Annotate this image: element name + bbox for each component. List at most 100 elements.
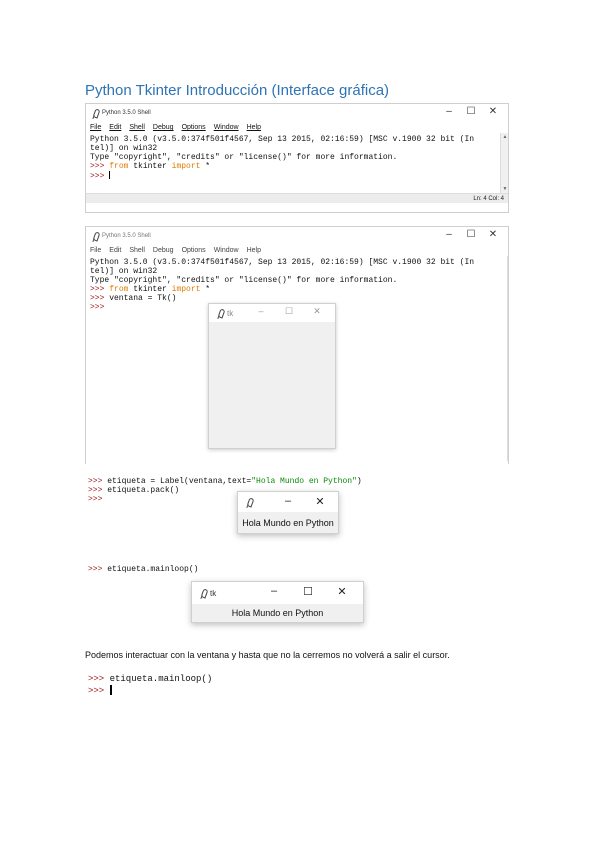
shell-titlebar: Python 3.5.0 Shell – ☐ ✕ [86, 104, 508, 122]
hello-label: Hola Mundo en Python [242, 518, 334, 528]
code-mainloop: etiqueta.mainloop() [104, 674, 213, 684]
menu-bar: File Edit Shell Debug Options Window Hel… [86, 245, 508, 256]
prompt: >>> [90, 303, 105, 312]
tk-titlebar: tk – ☐ ✕ [192, 582, 363, 604]
banner-line-1: Python 3.5.0 (v3.5.0:374f501f4567, Sep 1… [90, 135, 475, 144]
window-controls: – ☐ ✕ [247, 306, 331, 317]
maximize-button[interactable]: ☐ [460, 106, 482, 117]
menu-options[interactable]: Options [182, 247, 206, 254]
import-star: * [200, 285, 211, 294]
scroll-up-arrow-icon[interactable]: ▲ [501, 133, 509, 141]
menu-debug[interactable]: Debug [153, 247, 174, 254]
keyword-from: from [109, 162, 129, 171]
hello-label: Hola Mundo en Python [231, 608, 324, 618]
menu-shell[interactable]: Shell [129, 124, 145, 131]
vertical-scrollbar[interactable]: ▲ ▼ [500, 133, 508, 193]
close-button[interactable]: ✕ [303, 306, 331, 317]
code-line-mainloop: >>> etiqueta.mainloop() [88, 674, 212, 685]
menu-window[interactable]: Window [214, 247, 239, 254]
python-feather-icon [217, 309, 223, 318]
minimize-button[interactable]: – [438, 229, 460, 240]
window-controls: – ✕ [272, 495, 336, 508]
close-button[interactable]: ✕ [482, 106, 504, 117]
tk-empty-window: tk – ☐ ✕ [208, 303, 336, 449]
import-star: * [200, 162, 211, 171]
banner-line-3: Type "copyright", "credits" or "license(… [90, 276, 398, 285]
minimize-button[interactable]: – [257, 585, 291, 598]
menu-shell[interactable]: Shell [129, 247, 145, 254]
prompt: >>> [88, 486, 103, 495]
tk-titlebar: – ✕ [238, 492, 338, 512]
menu-debug[interactable]: Debug [153, 124, 174, 131]
module-name: tkinter [128, 162, 172, 171]
close-button[interactable]: ✕ [325, 585, 359, 598]
idle-shell-window: Python 3.5.0 Shell – ☐ ✕ File Edit Shell… [85, 103, 509, 213]
python-feather-icon [246, 498, 252, 507]
code-line-tk: >>> ventana = Tk() [90, 294, 503, 303]
text-cursor [109, 685, 112, 695]
scroll-down-arrow-icon[interactable]: ▼ [501, 185, 509, 193]
tk-title: tk [227, 308, 234, 318]
body-paragraph: Podemos interactuar con la ventana y has… [85, 650, 450, 660]
shell-text-area[interactable]: Python 3.5.0 (v3.5.0:374f501f4567, Sep 1… [86, 133, 508, 193]
maximize-button[interactable]: ☐ [291, 585, 325, 598]
prompt: >>> [90, 294, 105, 303]
keyword-from: from [109, 285, 129, 294]
tk-wide-window: tk – ☐ ✕ Hola Mundo en Python [191, 581, 364, 623]
prompt: >>> [88, 674, 105, 684]
menu-window[interactable]: Window [214, 124, 239, 131]
tk-label-window: – ✕ Hola Mundo en Python [237, 491, 339, 534]
prompt: >>> [90, 285, 105, 294]
prompt: >>> [88, 477, 103, 486]
minimize-button[interactable]: – [272, 495, 304, 508]
text-cursor [109, 171, 111, 179]
minimize-button[interactable]: – [247, 306, 275, 317]
menu-help[interactable]: Help [247, 124, 261, 131]
document-title: Python Tkinter Introducción (Interface g… [85, 82, 390, 99]
menu-file[interactable]: File [90, 247, 101, 254]
prompt: >>> [90, 172, 105, 181]
window-controls: – ☐ ✕ [438, 229, 504, 240]
menu-bar: File Edit Shell Debug Options Window Hel… [86, 122, 508, 133]
menu-edit[interactable]: Edit [109, 247, 121, 254]
shell-titlebar: Python 3.5.0 Shell – ☐ ✕ [86, 227, 508, 245]
menu-edit[interactable]: Edit [109, 124, 121, 131]
code-string: "Hola Mundo en Python" [251, 477, 357, 486]
menu-file[interactable]: File [90, 124, 101, 131]
banner-line-3: Type "copyright", "credits" or "license(… [90, 153, 398, 162]
code-pack: etiqueta.pack() [102, 486, 180, 495]
banner-line-2: tel)] on win32 [90, 267, 158, 276]
shell-title: Python 3.5.0 Shell [102, 233, 151, 239]
keyword-import: import [171, 285, 201, 294]
window-controls: – ☐ ✕ [438, 106, 504, 117]
code-ventana: ventana = Tk() [104, 294, 177, 303]
banner-line-1: Python 3.5.0 (v3.5.0:374f501f4567, Sep 1… [90, 258, 475, 267]
prompt: >>> [88, 495, 103, 504]
code-line-prompt: >>> [88, 685, 212, 697]
window-controls: – ☐ ✕ [257, 585, 359, 598]
code-line-import: >>> from tkinter import * [90, 285, 503, 294]
code-line-mainloop: >>> etiqueta.mainloop() [88, 565, 198, 574]
maximize-button[interactable]: ☐ [275, 306, 303, 317]
maximize-button[interactable]: ☐ [460, 229, 482, 240]
minimize-button[interactable]: – [438, 106, 460, 117]
close-button[interactable]: ✕ [304, 495, 336, 508]
prompt: >>> [90, 162, 105, 171]
code-snippet-final: >>> etiqueta.mainloop() >>> [88, 674, 212, 697]
menu-help[interactable]: Help [247, 247, 261, 254]
close-button[interactable]: ✕ [482, 229, 504, 240]
status-bar: Ln: 4 Col: 4 [86, 193, 508, 203]
code-line-import: >>> from tkinter import * [90, 162, 504, 171]
python-feather-icon [200, 589, 206, 598]
menu-options[interactable]: Options [182, 124, 206, 131]
code-paren: ) [356, 477, 362, 486]
code-label-call: etiqueta = Label(ventana,text= [102, 477, 252, 486]
shell-title: Python 3.5.0 Shell [102, 110, 151, 116]
prompt: >>> [88, 686, 105, 696]
code-mainloop: etiqueta.mainloop() [102, 565, 199, 574]
code-line-prompt: >>> [90, 171, 504, 181]
banner-line-2: tel)] on win32 [90, 144, 158, 153]
tk-titlebar: tk – ☐ ✕ [209, 304, 335, 322]
code-line-label: >>> etiqueta = Label(ventana,text="Hola … [88, 477, 362, 486]
python-feather-icon [92, 232, 98, 241]
